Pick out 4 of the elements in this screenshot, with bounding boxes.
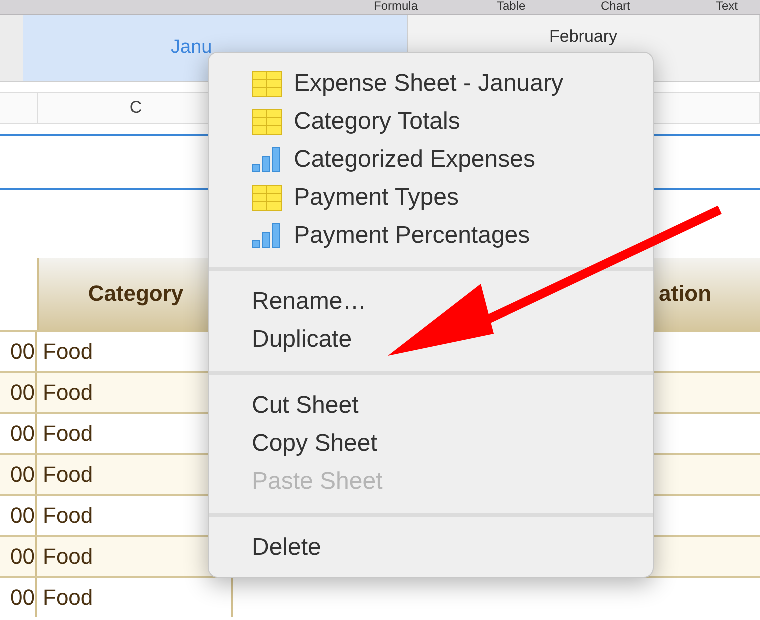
table-cell: 00 xyxy=(0,455,37,494)
table-cell: 00 xyxy=(0,578,37,617)
table-cell: 00 xyxy=(0,373,37,412)
table-cell: 00 xyxy=(0,537,37,576)
